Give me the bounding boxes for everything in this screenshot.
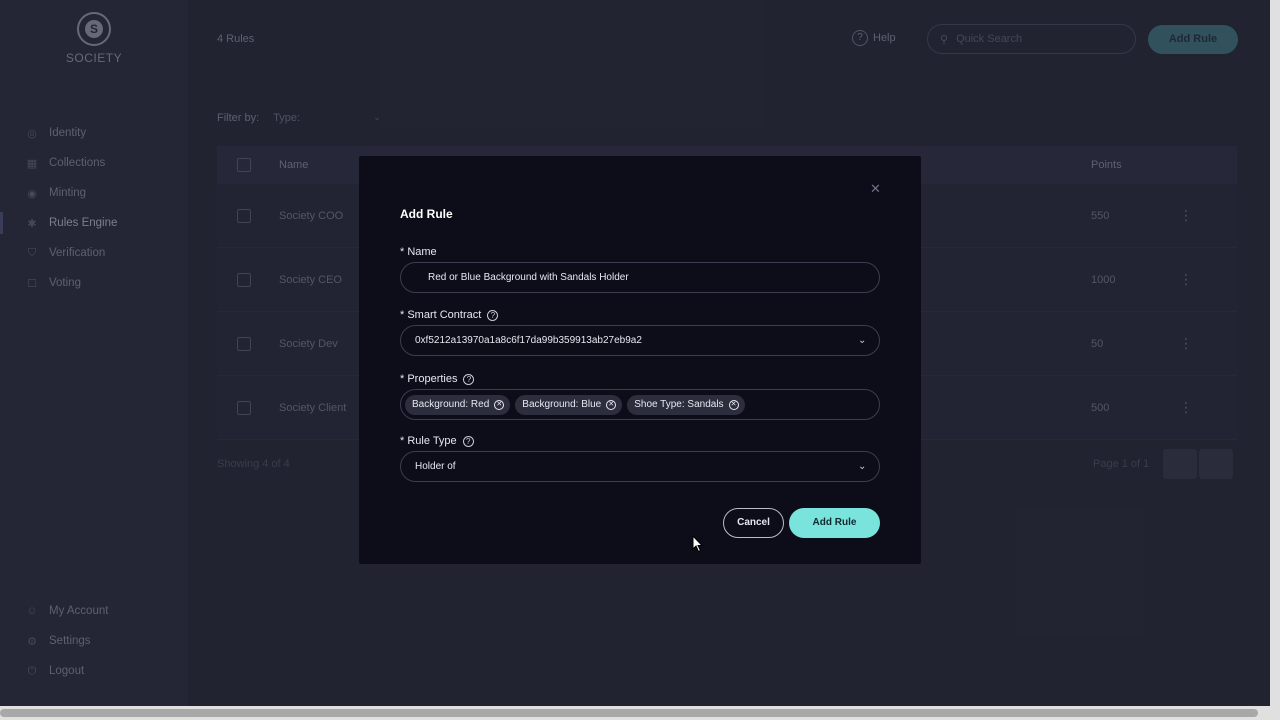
chevron-down-icon: ⌄ — [858, 335, 867, 346]
rule-type-value: Holder of — [415, 461, 456, 472]
remove-tag-icon[interactable]: ✕ — [494, 399, 505, 410]
mouse-cursor-icon — [692, 535, 704, 553]
name-label: * Name — [400, 246, 437, 258]
add-rule-submit-button[interactable]: Add Rule — [789, 508, 880, 538]
remove-tag-icon[interactable]: ✕ — [728, 399, 739, 410]
help-circle-icon[interactable]: ? — [487, 309, 499, 321]
name-label-text: * Name — [400, 246, 437, 258]
property-tag-label: Shoe Type: Sandals — [634, 399, 724, 410]
properties-multiselect[interactable]: Background: Red ✕ Background: Blue ✕ Sho… — [400, 389, 880, 420]
cancel-button[interactable]: Cancel — [723, 508, 784, 538]
properties-tags: Background: Red ✕ Background: Blue ✕ Sho… — [401, 394, 750, 415]
rule-type-label: * Rule Type ? — [400, 435, 474, 447]
property-tag: Shoe Type: Sandals ✕ — [627, 394, 745, 415]
chevron-down-icon: ⌄ — [858, 461, 867, 472]
property-tag: Background: Blue ✕ — [515, 394, 623, 415]
smart-contract-label: * Smart Contract ? — [400, 309, 499, 321]
rule-type-label-text: * Rule Type — [400, 435, 457, 447]
rule-type-select[interactable]: Holder of ⌄ — [400, 451, 880, 482]
close-icon[interactable]: ✕ — [870, 181, 881, 197]
property-tag-label: Background: Red — [412, 399, 490, 410]
smart-contract-label-text: * Smart Contract — [400, 309, 482, 321]
remove-tag-icon[interactable]: ✕ — [606, 399, 617, 410]
help-circle-icon[interactable]: ? — [463, 373, 475, 385]
vertical-scrollbar[interactable] — [1270, 0, 1280, 706]
add-rule-dialog: ✕ Add Rule * Name * Smart Contract ? 0xf… — [359, 156, 921, 564]
smart-contract-value: 0xf5212a13970a1a8c6f17da99b359913ab27eb9… — [415, 335, 642, 346]
property-tag: Background: Red ✕ — [405, 394, 511, 415]
properties-label: * Properties ? — [400, 373, 475, 385]
property-tag-label: Background: Blue — [522, 399, 602, 410]
smart-contract-select[interactable]: 0xf5212a13970a1a8c6f17da99b359913ab27eb9… — [400, 325, 880, 356]
help-circle-icon[interactable]: ? — [462, 435, 474, 447]
dialog-title: Add Rule — [400, 207, 453, 221]
scrollbar-thumb[interactable] — [0, 709, 1258, 717]
name-field-wrapper — [400, 262, 880, 293]
name-input[interactable] — [401, 272, 841, 283]
horizontal-scrollbar[interactable] — [0, 706, 1280, 720]
properties-label-text: * Properties — [400, 373, 458, 385]
